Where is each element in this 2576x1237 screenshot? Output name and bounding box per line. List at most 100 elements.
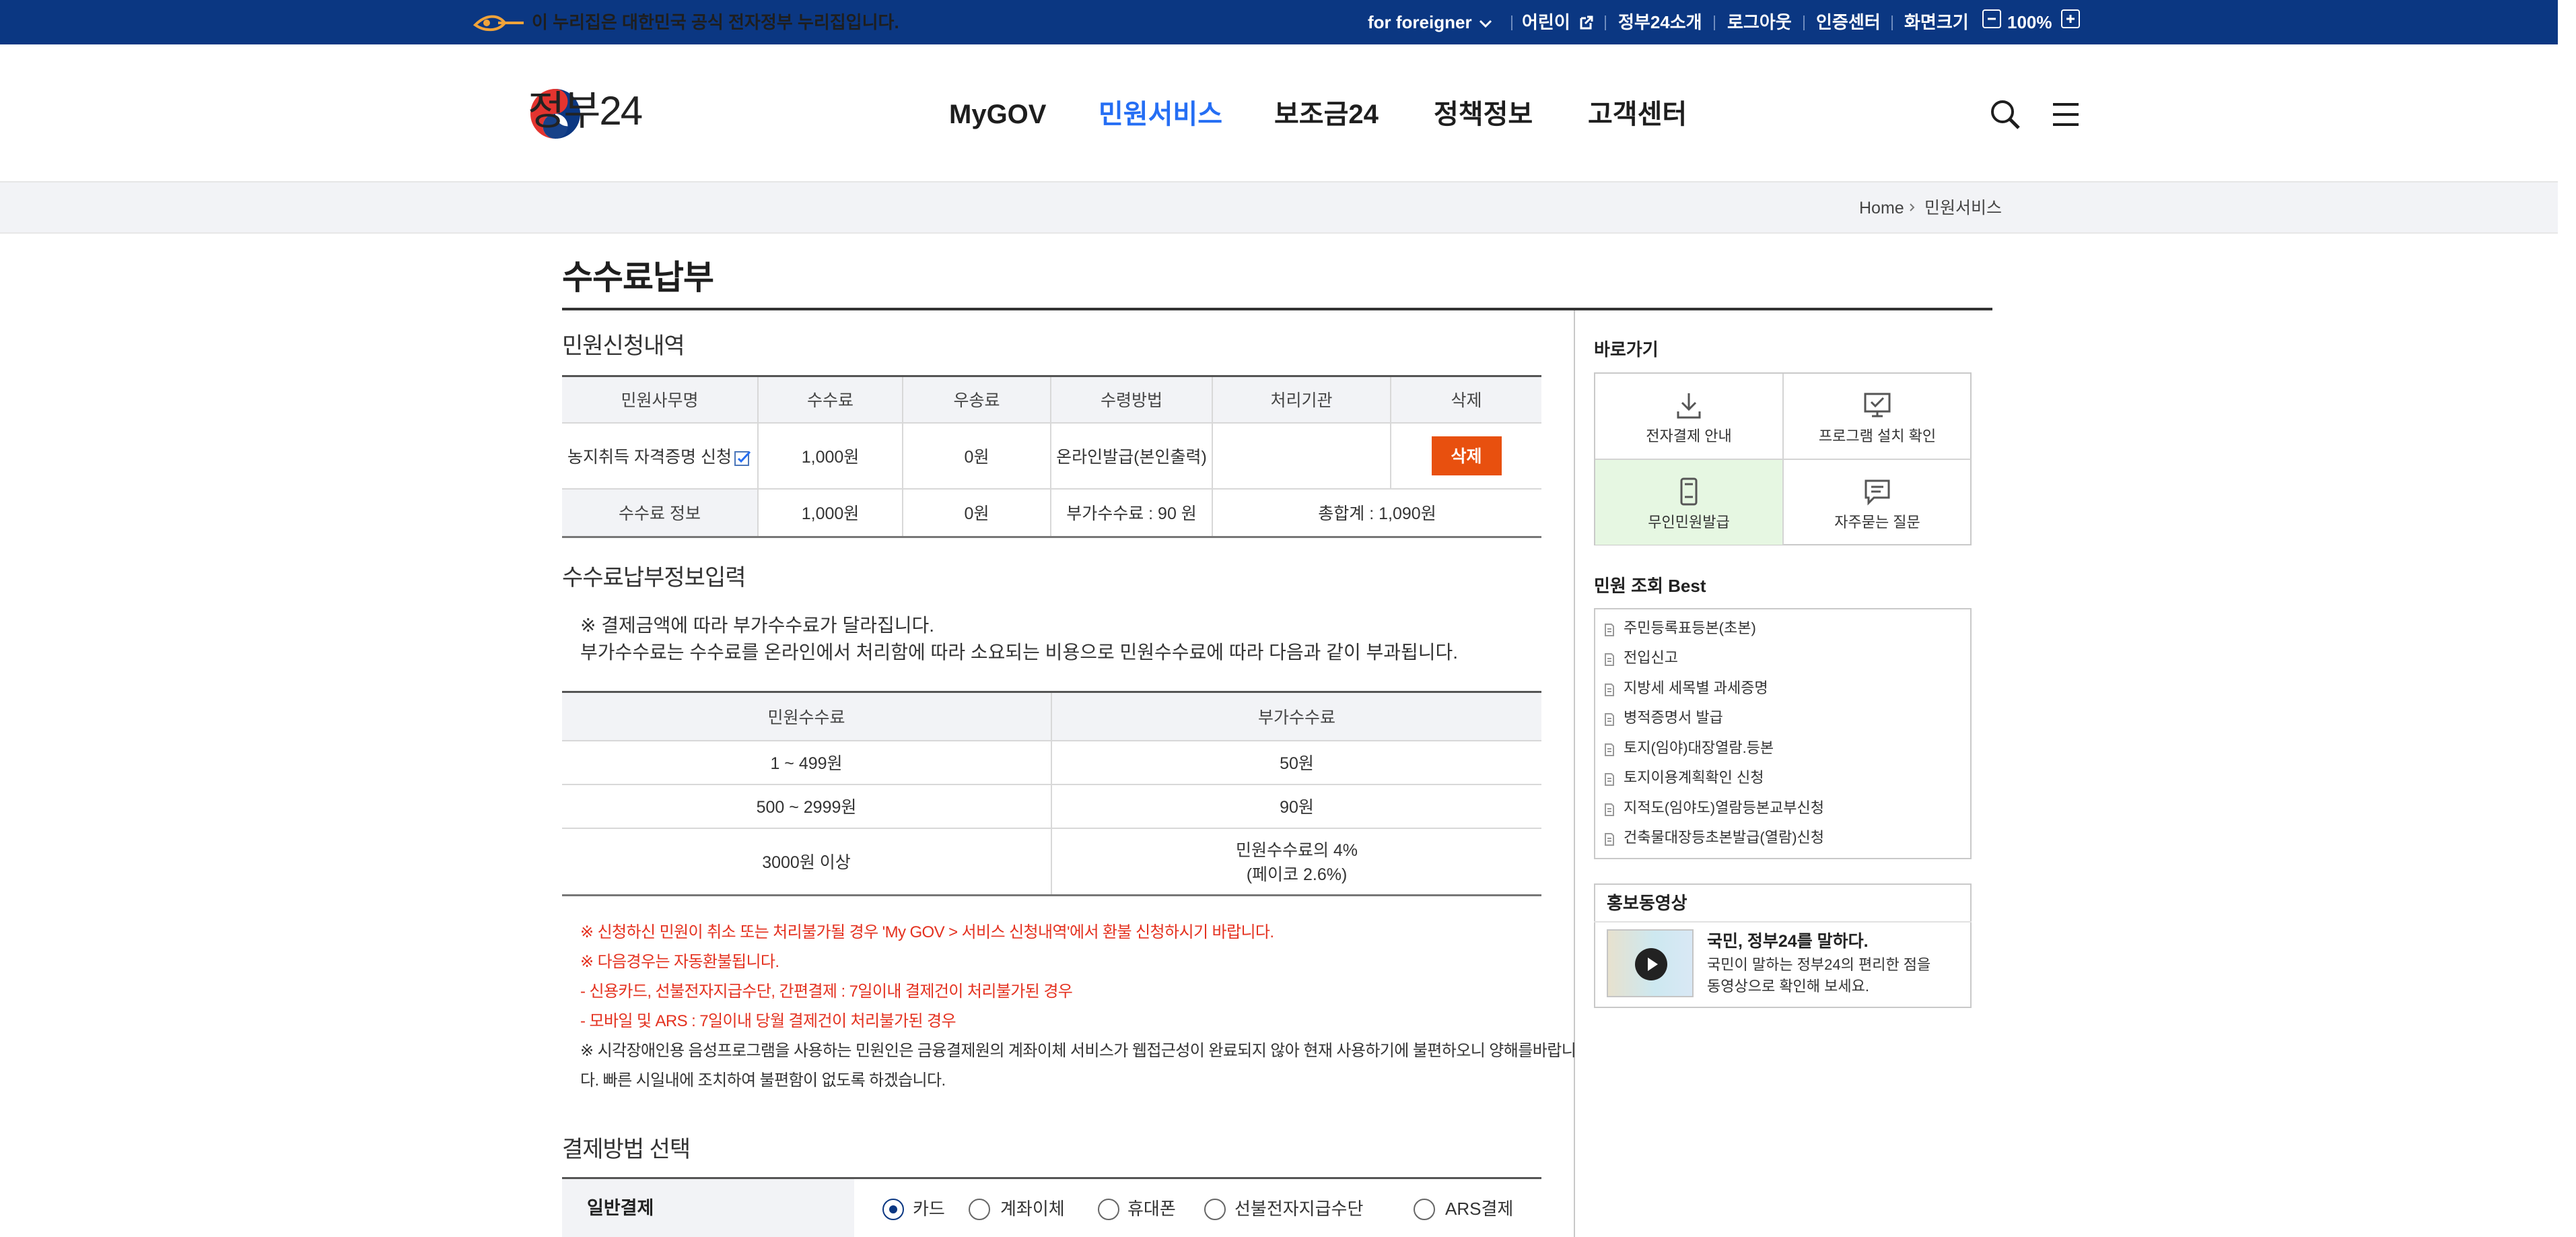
play-icon[interactable] <box>1634 947 1668 981</box>
minus-icon <box>1988 18 1996 20</box>
civil-name-cell: 농지취득 자격증명 신청 <box>562 422 758 490</box>
faq-link[interactable]: 자주묻는 질문 <box>1784 460 1971 545</box>
document-icon <box>1605 833 1614 846</box>
fee-note-1: ※ 결제금액에 따라 부가수수료가 달라집니다. <box>580 615 935 636</box>
ars-payment-option-label[interactable]: ARS결제 <box>1445 1197 1513 1220</box>
header-fee: 수수료 <box>757 376 903 424</box>
about-link[interactable]: 정부24소개 <box>1618 8 1702 36</box>
cert-center-link[interactable]: 인증센터 <box>1816 8 1881 36</box>
quick-link-label: 전자결제 안내 <box>1646 428 1732 444</box>
fee-cell: 1,000원 <box>757 422 903 490</box>
kiosk-icon <box>1680 477 1698 506</box>
program-install-check-link[interactable]: 프로그램 설치 확인 <box>1784 374 1971 460</box>
menu-icon[interactable] <box>2047 96 2085 133</box>
header-delete: 삭제 <box>1390 376 1541 424</box>
edit-check-icon[interactable] <box>733 448 752 467</box>
best-item[interactable]: 지적도(임야도)열람등본교부신청 <box>1624 797 1824 819</box>
fee-input-title: 수수료납부정보입력 <box>562 565 746 591</box>
breadcrumb-home[interactable]: Home <box>1859 197 1904 219</box>
civil-name: 농지취득 자격증명 신청 <box>567 447 732 467</box>
divider <box>1803 15 1805 30</box>
document-icon <box>1605 683 1614 696</box>
prepaid-payment-option-label[interactable]: 선불전자지급수단 <box>1234 1197 1363 1220</box>
quick-links-title: 바로가기 <box>1594 339 1659 360</box>
application-title: 민원신청내역 <box>562 333 685 359</box>
zoom-in-button[interactable] <box>2061 9 2080 28</box>
postage-cell: 0원 <box>902 422 1051 490</box>
best-item[interactable]: 토지이용계획확인 신청 <box>1624 767 1764 789</box>
video-description-2: 동영상으로 확인해 보세요. <box>1707 978 1869 995</box>
bank-transfer-option-label[interactable]: 계좌이체 <box>1000 1197 1065 1220</box>
logo-text[interactable]: 정부24 <box>528 88 643 135</box>
foreigner-link[interactable]: for foreigner <box>1368 8 1472 36</box>
kids-link[interactable]: 어린이 <box>1522 8 1570 36</box>
promo-video-title: 홍보동영상 <box>1607 893 1687 913</box>
payco-fee: (페이코 2.6%) <box>1246 865 1348 885</box>
divider <box>1511 15 1512 30</box>
card-radio[interactable] <box>882 1199 904 1220</box>
document-icon <box>1605 773 1614 786</box>
bank-transfer-radio[interactable] <box>969 1199 990 1220</box>
mobile-phone-option-label[interactable]: 휴대폰 <box>1127 1197 1176 1220</box>
external-link-icon <box>1580 15 1593 30</box>
nav-customer-center[interactable]: 고객센터 <box>1588 96 1687 133</box>
quick-link-label: 무인민원발급 <box>1648 514 1730 531</box>
ars-payment-radio[interactable] <box>1414 1199 1435 1220</box>
quick-link-label: 자주묻는 질문 <box>1834 514 1920 531</box>
title-underline <box>562 308 1992 310</box>
best-item[interactable]: 주민등록표등본(초본) <box>1624 617 1756 639</box>
payment-method-title: 결제방법 선택 <box>562 1137 691 1162</box>
delete-cell: 삭제 <box>1390 422 1541 490</box>
video-thumbnail[interactable] <box>1607 929 1694 997</box>
fee-note-2: 부가수수료는 수수료를 온라인에서 처리함에 따라 소요되는 비용으로 민원수수… <box>580 642 1459 663</box>
best-civil-list: 주민등록표등본(초본) 전입신고 지방세 세목별 과세증명 병적증명서 발급 토… <box>1594 608 1972 859</box>
best-item[interactable]: 지방세 세목별 과세증명 <box>1624 677 1768 699</box>
document-icon <box>1605 713 1614 726</box>
nav-policy-info[interactable]: 정책정보 <box>1434 96 1533 133</box>
fee-table: 민원수수료 부가수수료 1 ~ 499원 50원 500 ~ 2999원 90원… <box>562 691 1541 896</box>
best-item[interactable]: 건축물대장등초본발급(열람)신청 <box>1624 827 1824 848</box>
fee-info-postage: 0원 <box>902 488 1051 538</box>
auto-refund-title: ※ 다음경우는 자동환불됩니다. <box>580 953 779 971</box>
best-item[interactable]: 병적증명서 발급 <box>1624 707 1723 729</box>
divider <box>1891 15 1893 30</box>
breadcrumb-current[interactable]: 민원서비스 <box>1924 197 2002 219</box>
header-processing-office: 처리기관 <box>1212 376 1391 424</box>
mobile-phone-radio[interactable] <box>1098 1199 1119 1220</box>
zoom-out-button[interactable] <box>1982 9 2001 28</box>
card-option-label[interactable]: 카드 <box>913 1197 945 1220</box>
breadcrumb-bar <box>0 182 2558 234</box>
unmanned-issuance-link[interactable]: 무인민원발급 <box>1595 460 1784 545</box>
best-item[interactable]: 토지(임야)대장열람.등본 <box>1624 737 1774 759</box>
percentage-fee: 민원수수료의 4% <box>1235 841 1358 861</box>
fee-range: 3000원 이상 <box>562 828 1051 896</box>
document-icon <box>1605 743 1614 756</box>
nav-civil-service[interactable]: 민원서비스 <box>1099 96 1222 133</box>
header-additional-fee: 부가수수료 <box>1051 692 1541 741</box>
header-civil-fee: 민원수수료 <box>562 692 1051 741</box>
prepaid-payment-radio[interactable] <box>1204 1199 1226 1220</box>
divider <box>1605 15 1606 30</box>
fee-range: 1 ~ 499원 <box>562 740 1051 785</box>
refund-notice: ※ 신청하신 민원이 취소 또는 처리불가될 경우 'My GOV > 서비스 … <box>580 923 1274 941</box>
total-fee: 총합계 : 1,090원 <box>1212 488 1541 538</box>
electronic-payment-guide-link[interactable]: 전자결제 안내 <box>1595 374 1784 460</box>
divider <box>1714 15 1715 30</box>
card-refund-condition: - 신용카드, 선불전자지급수단, 간편결제 : 7일이내 결제건이 처리불가된… <box>580 982 1073 1001</box>
best-civil-title: 민원 조회 Best <box>1594 576 1706 596</box>
best-item[interactable]: 전입신고 <box>1624 647 1678 669</box>
screen-size-label: 화면크기 <box>1904 12 1969 32</box>
document-icon <box>1605 653 1614 666</box>
fee-info-fee: 1,000원 <box>757 488 903 538</box>
nav-subsidy[interactable]: 보조금24 <box>1274 96 1379 133</box>
zoom-value: 100% <box>2007 12 2052 32</box>
payment-label: 일반결제 <box>587 1198 654 1218</box>
delete-button[interactable]: 삭제 <box>1431 436 1502 475</box>
plus-icon <box>2066 15 2075 23</box>
nav-mygov[interactable]: MyGOV <box>949 96 1046 133</box>
top-utility-bar <box>0 0 2558 44</box>
header-receive-method: 수령방법 <box>1050 376 1212 424</box>
video-headline[interactable]: 국민, 정부24를 말하다. <box>1707 930 1869 953</box>
logout-link[interactable]: 로그아웃 <box>1727 8 1792 36</box>
search-icon[interactable] <box>1986 96 2024 133</box>
